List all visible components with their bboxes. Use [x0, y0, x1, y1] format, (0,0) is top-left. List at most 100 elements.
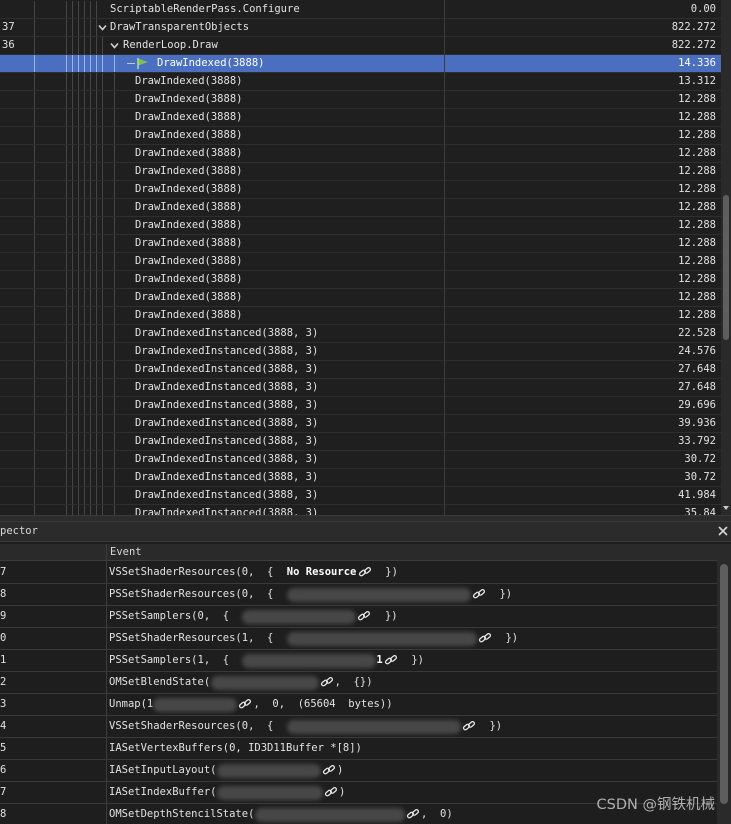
- api-call-row[interactable]: 8 PSSetShaderResources(0, { }): [0, 584, 717, 606]
- api-call-row[interactable]: 6 IASetInputLayout(): [0, 760, 717, 782]
- event-row[interactable]: DrawIndexed(3888) 12.288: [0, 217, 721, 235]
- api-call-row[interactable]: 0 PSSetShaderResources(1, { }): [0, 628, 717, 650]
- event-row[interactable]: 37 DrawTransparentObjects 822.272: [0, 19, 721, 37]
- event-row[interactable]: DrawIndexed(3888) 12.288: [0, 307, 721, 325]
- event-row[interactable]: DrawIndexed(3888) 12.288: [0, 235, 721, 253]
- event-row[interactable]: DrawIndexed(3888) 12.288: [0, 109, 721, 127]
- chevron-down-icon[interactable]: [97, 22, 108, 33]
- watermark: CSDN @钢铁机械: [596, 797, 715, 813]
- event-row[interactable]: DrawIndexed(3888) 12.288: [0, 145, 721, 163]
- event-row[interactable]: DrawIndexedInstanced(3888, 3) 24.576: [0, 343, 721, 361]
- resource-link-icon[interactable]: [358, 566, 372, 579]
- resource-link-icon[interactable]: [406, 808, 420, 821]
- api-call-row[interactable]: 3 Unmap(1 , 0, (65604 bytes)): [0, 694, 717, 716]
- api-call-row[interactable]: 2 OMSetBlendState(, {}): [0, 672, 717, 694]
- event-row[interactable]: DrawIndexed(3888) 12.288: [0, 163, 721, 181]
- event-row[interactable]: DrawIndexedInstanced(3888, 3) 22.528: [0, 325, 721, 343]
- resource-link-icon[interactable]: [238, 698, 252, 711]
- event-row[interactable]: DrawIndexedInstanced(3888, 3) 27.648: [0, 379, 721, 397]
- tree-guide-line: [84, 415, 85, 432]
- api-call-row[interactable]: 5 IASetVertexBuffers(0, ID3D11Buffer *[8]…: [0, 738, 717, 760]
- column-header-event[interactable]: Event: [110, 544, 142, 560]
- event-row[interactable]: DrawIndexedInstanced(3888, 3) 41.984: [0, 487, 721, 505]
- tree-guide-line: [66, 235, 67, 252]
- resource-link-icon[interactable]: [322, 764, 336, 777]
- event-row[interactable]: DrawIndexed(3888) 12.288: [0, 91, 721, 109]
- inspector-scrollbar[interactable]: [717, 544, 731, 824]
- tree-guide-line: [84, 217, 85, 234]
- tree-guide-line: [66, 199, 67, 216]
- tree-guide-line: [78, 361, 79, 378]
- resource-link-icon[interactable]: [324, 786, 338, 799]
- resource-link-icon[interactable]: [384, 654, 398, 667]
- api-call-row[interactable]: 4 VSSetShaderResources(0, { }): [0, 716, 717, 738]
- event-id: [0, 55, 34, 72]
- api-call-row[interactable]: 1 PSSetSamplers(1, { 1 }): [0, 650, 717, 672]
- event-browser-scrollbar[interactable]: [721, 0, 731, 515]
- api-inspector-table[interactable]: Event 7 VSSetShaderResources(0, { No Reso…: [0, 544, 717, 824]
- scroll-down-arrow-icon[interactable]: [722, 504, 730, 512]
- event-row[interactable]: ScriptableRenderPass.Configure 0.00: [0, 1, 721, 19]
- event-row[interactable]: DrawIndexedInstanced(3888, 3) 30.72: [0, 469, 721, 487]
- tree-guide-line: [84, 379, 85, 396]
- tree-guide-line: [96, 469, 97, 486]
- resource-name[interactable]: No Resource: [287, 562, 357, 583]
- tree-guide-line: [72, 397, 73, 414]
- resource-link-icon[interactable]: [478, 632, 492, 645]
- api-call-id: 3: [0, 698, 7, 710]
- event-duration: 29.696: [678, 399, 716, 411]
- event-row[interactable]: DrawIndexed(3888) 12.288: [0, 127, 721, 145]
- event-row[interactable]: DrawIndexed(3888) 14.336: [0, 55, 721, 73]
- tree-guide-line: [66, 181, 67, 198]
- resource-link-icon[interactable]: [472, 588, 486, 601]
- tree-guide-line: [34, 469, 35, 486]
- event-row[interactable]: DrawIndexed(3888) 12.288: [0, 289, 721, 307]
- event-row[interactable]: 36 RenderLoop.Draw 822.272: [0, 37, 721, 55]
- panel-splitter[interactable]: [0, 515, 731, 522]
- event-row[interactable]: DrawIndexed(3888) 12.288: [0, 199, 721, 217]
- scrollbar-thumb[interactable]: [720, 564, 728, 804]
- tree-guide-line: [34, 37, 35, 54]
- resource-link-icon[interactable]: [320, 676, 334, 689]
- event-row[interactable]: DrawIndexedInstanced(3888, 3) 35.84: [0, 505, 721, 515]
- event-duration: 12.288: [678, 219, 716, 231]
- event-row[interactable]: DrawIndexedInstanced(3888, 3) 29.696: [0, 397, 721, 415]
- tree-guide-line: [84, 487, 85, 504]
- tree-guide-line: [72, 379, 73, 396]
- tree-guide-line: [78, 181, 79, 198]
- resource-link-icon[interactable]: [462, 720, 476, 733]
- tree-guide-line: [34, 271, 35, 288]
- api-call-text: }): [476, 720, 503, 732]
- event-row[interactable]: DrawIndexed(3888) 12.288: [0, 181, 721, 199]
- event-row[interactable]: DrawIndexedInstanced(3888, 3) 33.792: [0, 433, 721, 451]
- resource-link-icon[interactable]: [357, 610, 371, 623]
- event-duration: 12.288: [678, 165, 716, 177]
- redacted-resource: [216, 786, 323, 800]
- event-row[interactable]: DrawIndexedInstanced(3888, 3) 30.72: [0, 451, 721, 469]
- event-row[interactable]: DrawIndexed(3888) 12.288: [0, 271, 721, 289]
- api-call-text: IASetIndexBuffer(: [109, 786, 217, 798]
- tree-guide-line: [102, 109, 103, 126]
- tree-guide-line: [96, 343, 97, 360]
- bookmark-flag-icon: [137, 58, 148, 69]
- event-row[interactable]: DrawIndexedInstanced(3888, 3) 39.936: [0, 415, 721, 433]
- tree-guide-line: [96, 361, 97, 378]
- event-row[interactable]: DrawIndexed(3888) 13.312: [0, 73, 721, 91]
- tree-guide-line: [72, 145, 73, 162]
- tree-branch-line: [127, 63, 135, 64]
- event-row[interactable]: DrawIndexed(3888) 12.288: [0, 253, 721, 271]
- api-call-row[interactable]: 7 VSSetShaderResources(0, { No Resource }…: [0, 562, 717, 584]
- event-browser-tree[interactable]: ScriptableRenderPass.Configure 0.00 37 Draw…: [0, 0, 721, 515]
- api-call-row[interactable]: 9 PSSetSamplers(0, { }): [0, 606, 717, 628]
- tree-guide-line: [66, 397, 67, 414]
- resource-name[interactable]: 1: [376, 650, 382, 671]
- tree-guide-line: [84, 181, 85, 198]
- tree-guide-line: [102, 271, 103, 288]
- redacted-resource: [242, 610, 357, 624]
- duration-column-divider[interactable]: [444, 0, 445, 515]
- event-name: DrawIndexed(3888): [135, 165, 243, 177]
- event-row[interactable]: DrawIndexedInstanced(3888, 3) 27.648: [0, 361, 721, 379]
- chevron-down-icon[interactable]: [109, 40, 120, 51]
- scrollbar-thumb[interactable]: [723, 195, 729, 340]
- close-icon[interactable]: [717, 525, 729, 537]
